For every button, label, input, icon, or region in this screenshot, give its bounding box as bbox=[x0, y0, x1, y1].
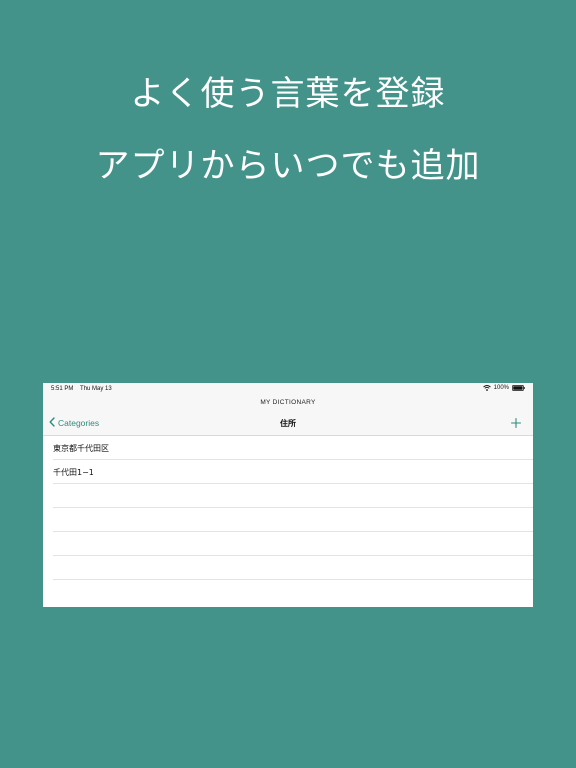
status-date: Thu May 13 bbox=[80, 386, 112, 392]
add-entry-button[interactable] bbox=[509, 415, 523, 429]
navigation-bar: MY DICTIONARY Categories 住所 bbox=[43, 396, 533, 436]
promo-headline-2: アプリからいつでも追加 bbox=[95, 146, 481, 186]
plus-icon bbox=[509, 415, 523, 434]
status-bar: 5:51 PM Thu May 13 100% bbox=[43, 383, 533, 396]
list-item-label: 千代田1−1 bbox=[53, 468, 94, 477]
status-indicators: 100% bbox=[482, 385, 525, 391]
status-time-date: 5:51 PM Thu May 13 bbox=[51, 386, 112, 392]
entry-list: 東京都千代田区 千代田1−1 bbox=[43, 436, 533, 580]
list-item bbox=[53, 556, 533, 580]
wifi-icon bbox=[482, 385, 491, 391]
list-item bbox=[53, 532, 533, 556]
battery-icon bbox=[512, 385, 525, 391]
app-title: MY DICTIONARY bbox=[260, 399, 316, 406]
list-item bbox=[53, 484, 533, 508]
nav-title: 住所 bbox=[280, 419, 296, 428]
app-screenshot: 5:51 PM Thu May 13 100% MY DICTIONARY Ca… bbox=[43, 383, 533, 607]
status-time: 5:51 PM bbox=[51, 386, 74, 392]
list-item[interactable]: 千代田1−1 bbox=[53, 460, 533, 484]
list-item-label: 東京都千代田区 bbox=[53, 444, 109, 453]
promo-headline-1: よく使う言葉を登録 bbox=[130, 74, 446, 114]
list-item bbox=[53, 508, 533, 532]
list-item[interactable]: 東京都千代田区 bbox=[53, 436, 533, 460]
battery-percent: 100% bbox=[493, 385, 509, 391]
